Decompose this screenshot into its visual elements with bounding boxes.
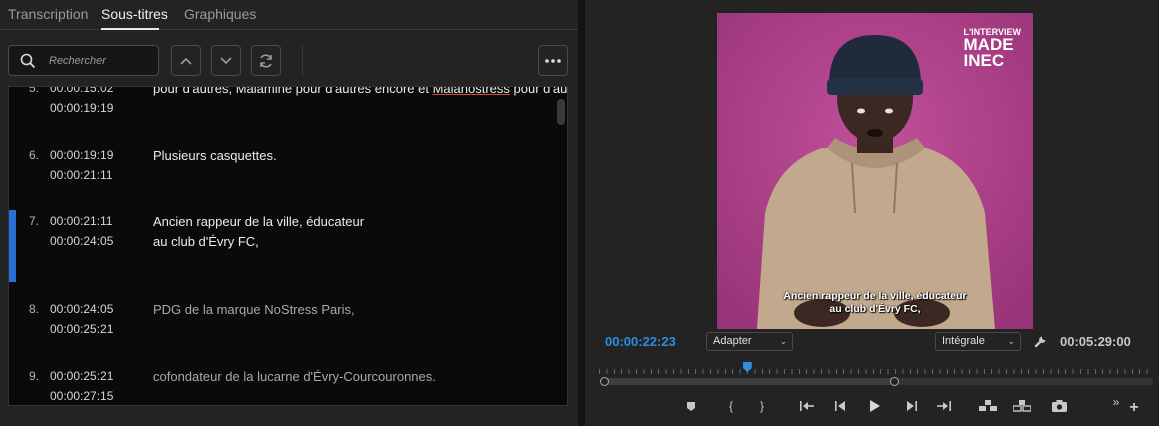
caption-row[interactable]: 9. 00:00:25:21 00:00:27:15 cofondateur d… (9, 369, 557, 405)
program-monitor: L'INTERVIEW MADE INEC Ancien rappeur de … (585, 0, 1159, 426)
caption-text[interactable]: cofondateur de la lucarne d'Évry-Courcou… (153, 369, 436, 384)
zoom-scroll-track[interactable] (603, 378, 1153, 385)
caption-in-time[interactable]: 00:00:24:05 (50, 302, 113, 316)
search-icon (20, 53, 36, 69)
caption-text-line2[interactable]: au club d'Évry FC, (153, 234, 259, 249)
video-caption-line1: Ancien rappeur de la ville, éducateur (783, 290, 967, 302)
resolution-dropdown[interactable]: Intégrale ⌄ (935, 332, 1021, 351)
mark-in-icon: { (728, 399, 733, 413)
panel-divider[interactable] (578, 0, 585, 426)
chevron-down-icon (220, 56, 232, 64)
step-back-icon (835, 401, 845, 411)
caption-row[interactable]: 6. 00:00:19:19 00:00:21:11 Plusieurs cas… (9, 148, 557, 188)
previous-result-button[interactable] (171, 45, 201, 76)
caption-number: 7. (29, 214, 40, 228)
caption-out-time[interactable]: 00:00:21:11 (50, 168, 113, 182)
replace-button[interactable] (251, 45, 281, 76)
captions-list: 5. 00:00:15:02 00:00:19:19 pour d'autres… (8, 86, 568, 406)
mark-in-button[interactable]: { (720, 396, 742, 416)
go-to-out-button[interactable] (933, 396, 955, 416)
video-frame: L'INTERVIEW MADE INEC Ancien rappeur de … (717, 13, 1033, 329)
tab-transcription[interactable]: Transcription (8, 6, 88, 22)
mark-out-button[interactable]: } (751, 396, 773, 416)
transport-controls: { } » + (585, 395, 1159, 418)
next-result-button[interactable] (211, 45, 241, 76)
video-caption-line2: au club d'Évry FC, (829, 303, 921, 315)
caption-text[interactable]: Plusieurs casquettes. (153, 148, 277, 163)
caption-number: 5. (29, 86, 40, 95)
button-editor-button[interactable]: + (1123, 398, 1145, 418)
caption-in-time[interactable]: 00:00:19:19 (50, 148, 113, 162)
panel-tabs: Transcription Sous-titres Graphiques (0, 0, 578, 30)
caption-text-line1[interactable]: Ancien rappeur de la ville, éducateur (153, 214, 364, 229)
more-horizontal-icon (545, 58, 561, 63)
step-forward-button[interactable] (900, 396, 922, 416)
toolbar-separator (302, 45, 303, 76)
current-timecode[interactable]: 00:00:22:23 (605, 334, 676, 349)
extract-icon (1013, 400, 1031, 412)
made-in-ec-logo: L'INTERVIEW MADE INEC (963, 27, 1021, 70)
tab-sous-titres[interactable]: Sous-titres (101, 6, 168, 22)
caption-number: 6. (29, 148, 40, 162)
lift-icon (979, 400, 997, 411)
play-icon (870, 400, 880, 412)
zoom-dropdown[interactable]: Adapter ⌄ (706, 332, 793, 351)
zoom-handle-right[interactable] (890, 377, 899, 386)
caption-row[interactable]: 5. 00:00:15:02 00:00:19:19 pour d'autres… (9, 86, 567, 121)
plus-icon: + (1129, 399, 1139, 416)
selection-indicator (9, 210, 16, 282)
more-options-button[interactable] (538, 45, 568, 76)
mark-out-icon: } (759, 399, 764, 413)
caption-number: 8. (29, 302, 40, 316)
caption-out-time[interactable]: 00:00:27:15 (50, 389, 113, 403)
app-window: Transcription Sous-titres Graphiques Rec… (0, 0, 1159, 426)
caption-in-time[interactable]: 00:00:21:11 (50, 214, 113, 228)
play-button[interactable] (864, 396, 886, 416)
zoom-handle-left[interactable] (600, 377, 609, 386)
double-chevron-right-icon: » (1112, 395, 1120, 409)
zoom-value: Adapter (713, 335, 752, 347)
chevron-up-icon (180, 57, 192, 65)
zoom-scroll-range[interactable] (603, 378, 895, 385)
caption-row-selected[interactable]: 7. 00:00:21:11 00:00:24:05 Ancien rappeu… (9, 210, 557, 282)
resolution-value: Intégrale (942, 335, 985, 347)
caption-row[interactable]: 8. 00:00:24:05 00:00:25:21 PDG de la mar… (9, 302, 557, 342)
caption-text[interactable]: PDG de la marque NoStress Paris, (153, 302, 355, 317)
step-forward-icon (907, 401, 917, 411)
refresh-icon (260, 53, 272, 68)
tab-graphiques[interactable]: Graphiques (184, 6, 256, 22)
search-input[interactable] (49, 51, 154, 71)
sequence-duration: 00:05:29:00 (1060, 334, 1131, 349)
extract-button[interactable] (1011, 396, 1033, 416)
marker-icon (687, 401, 695, 411)
chevron-down-icon: ⌄ (779, 336, 787, 346)
camera-icon (1051, 400, 1067, 412)
time-ruler[interactable] (599, 362, 1152, 376)
caption-out-time[interactable]: 00:00:19:19 (50, 101, 113, 115)
caption-in-time[interactable]: 00:00:25:21 (50, 369, 113, 383)
caption-text[interactable]: pour d'autres, Malamine pour d'autres en… (153, 87, 567, 96)
chevron-down-icon: ⌄ (1007, 336, 1015, 346)
wrench-icon[interactable] (1034, 334, 1048, 348)
scrollbar-thumb[interactable] (557, 99, 565, 125)
captions-panel: Transcription Sous-titres Graphiques Rec… (0, 0, 578, 426)
caption-out-time[interactable]: 00:00:24:05 (50, 234, 113, 248)
go-to-in-icon (800, 401, 814, 411)
ruler-ticks (599, 366, 1152, 376)
lift-button[interactable] (977, 396, 999, 416)
add-marker-button[interactable] (680, 396, 702, 416)
go-to-out-icon (937, 401, 951, 411)
caption-out-time[interactable]: 00:00:25:21 (50, 322, 113, 336)
caption-number: 9. (29, 369, 40, 383)
captions-scrollbar[interactable] (556, 87, 566, 405)
captions-toolbar (0, 30, 578, 88)
export-frame-button[interactable] (1048, 396, 1070, 416)
go-to-in-button[interactable] (796, 396, 818, 416)
search-box (8, 45, 159, 76)
step-back-button[interactable] (830, 396, 852, 416)
caption-in-time[interactable]: 00:00:15:02 (50, 87, 113, 95)
